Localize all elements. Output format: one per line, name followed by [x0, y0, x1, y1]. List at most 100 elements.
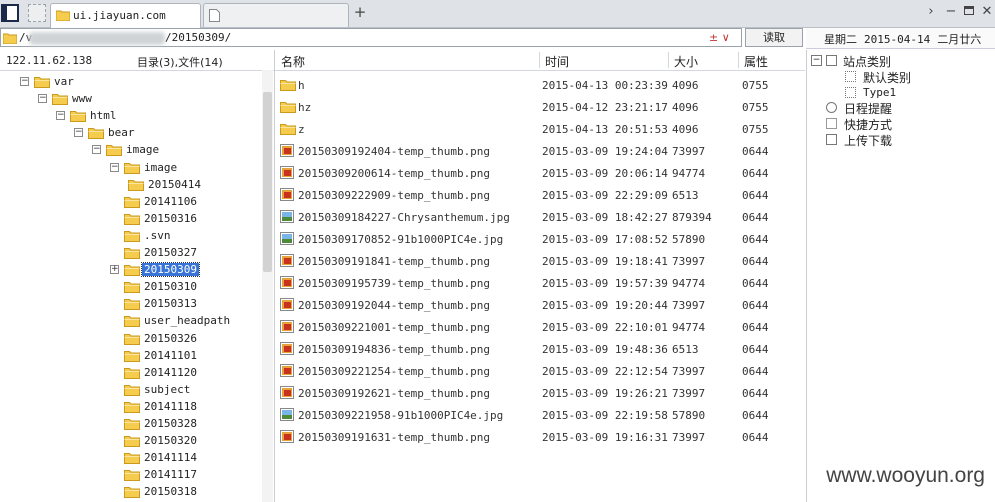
- file-name: 20150309192621-temp_thumb.png: [298, 387, 491, 400]
- tree-node-label: 20150316: [144, 211, 197, 225]
- tree-node[interactable]: − image: [0, 159, 258, 176]
- file-name: 20150309192044-temp_thumb.png: [298, 299, 491, 312]
- category-icon: [845, 87, 856, 98]
- tree-node[interactable]: 20150320: [0, 432, 258, 449]
- column-attr[interactable]: 属性: [744, 53, 768, 70]
- tree-node[interactable]: 20141118: [0, 398, 258, 415]
- tree-node[interactable]: − bear: [0, 124, 258, 141]
- tree-node-label: 20141106: [144, 194, 197, 208]
- file-name: hz: [298, 101, 312, 114]
- file-time: 2015-03-09 19:26:21: [542, 387, 668, 400]
- file-name: 20150309222909-temp_thumb.png: [298, 189, 491, 202]
- sidebar-toggle-icon[interactable]: [1, 4, 19, 22]
- file-size: 94774: [672, 321, 706, 334]
- tree-node[interactable]: 20141120: [0, 364, 258, 381]
- file-row[interactable]: 20150309170852-91b1000PIC4e.jpg 2015-03-0…: [275, 228, 805, 250]
- tree-node[interactable]: 20150318: [0, 483, 258, 500]
- tree-node-label: 20150318: [144, 485, 197, 499]
- file-row[interactable]: 20150309195739-temp_thumb.png 2015-03-09 …: [275, 272, 805, 294]
- file-time: 2015-03-09 19:24:04: [542, 145, 668, 158]
- path-input[interactable]: /v /20150309/ ± ∨: [0, 28, 742, 47]
- file-time: 2015-04-13 20:51:53: [542, 123, 668, 136]
- file-size: 57890: [672, 233, 706, 246]
- file-attr: 0644: [742, 255, 769, 268]
- date-bar: 星期二 2015-04-14 二月廿六: [806, 28, 995, 49]
- tree-node[interactable]: 20150326: [0, 330, 258, 347]
- file-row[interactable]: hz 2015-04-12 23:21:17 4096 0755: [275, 96, 805, 118]
- file-row[interactable]: 20150309221254-temp_thumb.png 2015-03-09 …: [275, 360, 805, 382]
- tree-node[interactable]: 20150327: [0, 244, 258, 261]
- tree-node[interactable]: +20150309: [0, 261, 258, 278]
- folder-icon: [52, 92, 68, 106]
- maximize-icon[interactable]: [962, 5, 976, 19]
- file-row[interactable]: 20150309184227-Chrysanthemum.jpg 2015-03-…: [275, 206, 805, 228]
- new-tab-button[interactable]: +: [353, 5, 367, 20]
- read-button[interactable]: 读取: [745, 28, 803, 47]
- tree-node[interactable]: .svn: [0, 227, 258, 244]
- tab-bar: ui.jiayuan.com + › − ✕: [0, 0, 995, 28]
- collapse-icon[interactable]: −: [56, 111, 65, 121]
- path-dropdown-icon[interactable]: ± ∨: [709, 31, 730, 44]
- chevron-right-icon[interactable]: ›: [924, 5, 938, 19]
- type1-label: Type1: [863, 86, 897, 99]
- file-size: 73997: [672, 145, 706, 158]
- folder-icon: [70, 109, 86, 123]
- collapse-icon[interactable]: −: [20, 77, 29, 86]
- column-size[interactable]: 大小: [674, 53, 698, 70]
- file-row[interactable]: 20150309221958-91b1000PIC4e.jpg 2015-03-0…: [275, 404, 805, 426]
- file-row[interactable]: h 2015-04-13 00:23:39 4096 0755: [275, 74, 805, 96]
- tree-node[interactable]: 20141106: [0, 193, 258, 210]
- collapse-icon[interactable]: −: [811, 55, 822, 66]
- tree-node-label: 20150320: [144, 434, 197, 448]
- minimize-icon[interactable]: −: [944, 5, 958, 19]
- folder-icon: [124, 229, 140, 242]
- tree-node[interactable]: 20150316: [0, 210, 258, 227]
- tree-node-label: 20150313: [144, 297, 197, 311]
- tree-node[interactable]: 20150414: [0, 176, 258, 193]
- close-icon[interactable]: ✕: [980, 5, 994, 19]
- tree-node[interactable]: user_headpath: [0, 312, 258, 329]
- tab-jiayuan[interactable]: ui.jiayuan.com: [50, 3, 201, 28]
- tree-node[interactable]: − image: [0, 141, 258, 158]
- tree-node[interactable]: − var: [0, 73, 258, 90]
- collapse-icon[interactable]: −: [74, 128, 83, 138]
- tree-node[interactable]: − www: [0, 90, 258, 107]
- png-file-icon: [280, 166, 294, 179]
- file-row[interactable]: 20150309200614-temp_thumb.png 2015-03-09 …: [275, 162, 805, 184]
- collapse-icon[interactable]: −: [110, 162, 119, 172]
- file-row[interactable]: z 2015-04-13 20:51:53 4096 0755: [275, 118, 805, 140]
- file-size: 4096: [672, 79, 699, 92]
- tree-node[interactable]: subject: [0, 381, 258, 398]
- tree-node[interactable]: 20150313: [0, 295, 258, 312]
- column-time[interactable]: 时间: [545, 53, 569, 70]
- site-category-label: 站点类别: [843, 55, 892, 69]
- scrollbar-thumb[interactable]: [263, 92, 272, 272]
- tree-node[interactable]: − html: [0, 107, 258, 124]
- folder-icon: [124, 383, 140, 396]
- file-name: 20150309221958-91b1000PIC4e.jpg: [298, 409, 504, 422]
- tree-scrollbar[interactable]: [262, 70, 273, 502]
- file-row[interactable]: 20150309192621-temp_thumb.png 2015-03-09 …: [275, 382, 805, 404]
- collapse-icon[interactable]: −: [92, 145, 101, 155]
- tab-blank[interactable]: [203, 3, 349, 27]
- tree-node[interactable]: 20150328: [0, 415, 258, 432]
- file-row[interactable]: 20150309194836-temp_thumb.png 2015-03-09 …: [275, 338, 805, 360]
- file-row[interactable]: 20150309192404-temp_thumb.png 2015-03-09 …: [275, 140, 805, 162]
- expand-icon[interactable]: +: [110, 265, 119, 275]
- tree-node[interactable]: 20141114: [0, 449, 258, 466]
- folder-icon: [280, 122, 296, 135]
- column-name[interactable]: 名称: [281, 53, 305, 70]
- tree-node[interactable]: 20150310: [0, 278, 258, 295]
- collapse-icon[interactable]: −: [38, 94, 47, 104]
- png-file-icon: [280, 298, 294, 311]
- tree-node[interactable]: 20141117: [0, 466, 258, 483]
- file-row[interactable]: 20150309222909-temp_thumb.png 2015-03-09 …: [275, 184, 805, 206]
- file-row[interactable]: 20150309192044-temp_thumb.png 2015-03-09 …: [275, 294, 805, 316]
- file-row[interactable]: 20150309191631-temp_thumb.png 2015-03-09 …: [275, 426, 805, 448]
- file-row[interactable]: 20150309221001-temp_thumb.png 2015-03-09 …: [275, 316, 805, 338]
- tree-node[interactable]: 20141101: [0, 347, 258, 364]
- tree-header: 122.11.62.138 目录(3),文件(14): [0, 50, 274, 71]
- blank-page-icon[interactable]: [28, 4, 46, 22]
- tree-node-label: user_headpath: [144, 314, 231, 328]
- file-row[interactable]: 20150309191841-temp_thumb.png 2015-03-09 …: [275, 250, 805, 272]
